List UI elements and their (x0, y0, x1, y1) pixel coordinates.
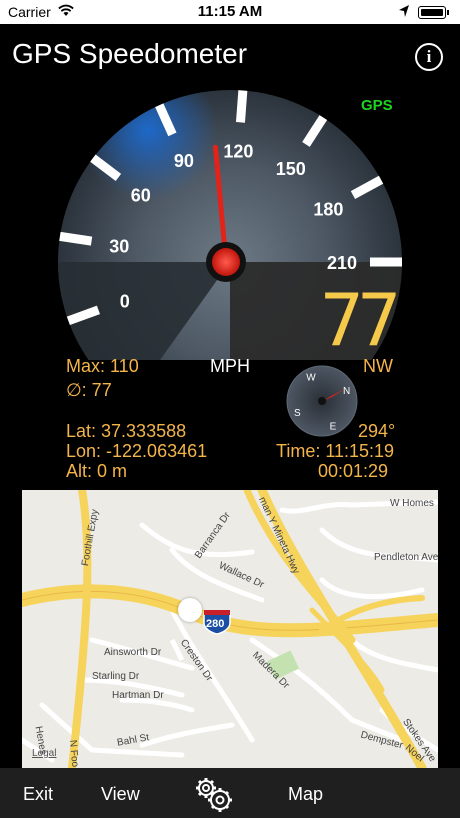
interstate-shield-label: 280 (206, 618, 225, 630)
map-street-label: Ainsworth Dr (104, 647, 162, 658)
compass-letter: N (343, 386, 350, 397)
bottom-toolbar: Exit View Map (0, 768, 460, 818)
status-time: 11:15 AM (197, 3, 263, 20)
gauge-tick-mark (235, 90, 248, 123)
gauge-tick-label: 210 (327, 253, 357, 273)
map-street-label: W Homes (390, 498, 434, 509)
compass-letter: S (294, 408, 301, 419)
gauge-tick-label: 150 (276, 159, 306, 179)
gauge-tick-label: 30 (109, 236, 129, 256)
map-street-label: N Foo (66, 739, 81, 768)
map-legal-link[interactable]: Legal (32, 748, 56, 759)
battery-icon (418, 6, 449, 19)
gps-status-label: GPS (361, 97, 393, 114)
compass-letter: W (306, 372, 316, 383)
map-view[interactable]: Foothill Expy Barranca Dr Wallace Dr Ain… (22, 490, 438, 768)
compass-dial: N E S W (286, 365, 358, 437)
map-street-label: Starling Dr (92, 671, 140, 682)
exit-button[interactable]: Exit (23, 784, 53, 805)
map-street-label: Hartman Dr (112, 690, 164, 701)
duration-label: 00:01:29 (318, 461, 389, 481)
heading-direction-label: NW (363, 356, 393, 376)
average-speed-label: ∅: 77 (66, 380, 112, 400)
altitude-label: Alt: 0 m (66, 461, 128, 481)
gauge-tick-label: 0 (120, 291, 130, 311)
status-bar: Carrier 11:15 AM (0, 0, 460, 24)
gears-icon[interactable] (192, 776, 236, 817)
gauge-tick-mark (59, 231, 93, 246)
location-arrow-icon (398, 4, 410, 21)
view-button[interactable]: View (101, 784, 140, 805)
latitude-label: Lat: 37.333588 (66, 421, 187, 441)
app-title: GPS Speedometer (12, 38, 248, 69)
time-label: Time: 11:15:19 (276, 441, 395, 461)
info-icon[interactable]: i (415, 43, 443, 71)
bearing-degrees-label: 294° (358, 421, 396, 441)
unit-label: MPH (210, 356, 250, 376)
gauge-hub (212, 248, 240, 276)
longitude-label: Lon: -122.063461 (66, 441, 208, 461)
gauge-tick-label: 180 (313, 199, 343, 219)
map-button[interactable]: Map (288, 784, 323, 805)
gauge-tick-label: 60 (131, 185, 151, 205)
gauge-tick-label: 90 (174, 151, 194, 171)
map-street-label: Pendleton Ave (374, 552, 438, 563)
digital-speed-readout: 77 (320, 278, 401, 362)
compass-letter: E (330, 422, 337, 433)
gauge-tick-label: 120 (223, 141, 253, 161)
current-location-marker (178, 598, 202, 622)
max-speed-label: Max: 110 (66, 356, 139, 376)
